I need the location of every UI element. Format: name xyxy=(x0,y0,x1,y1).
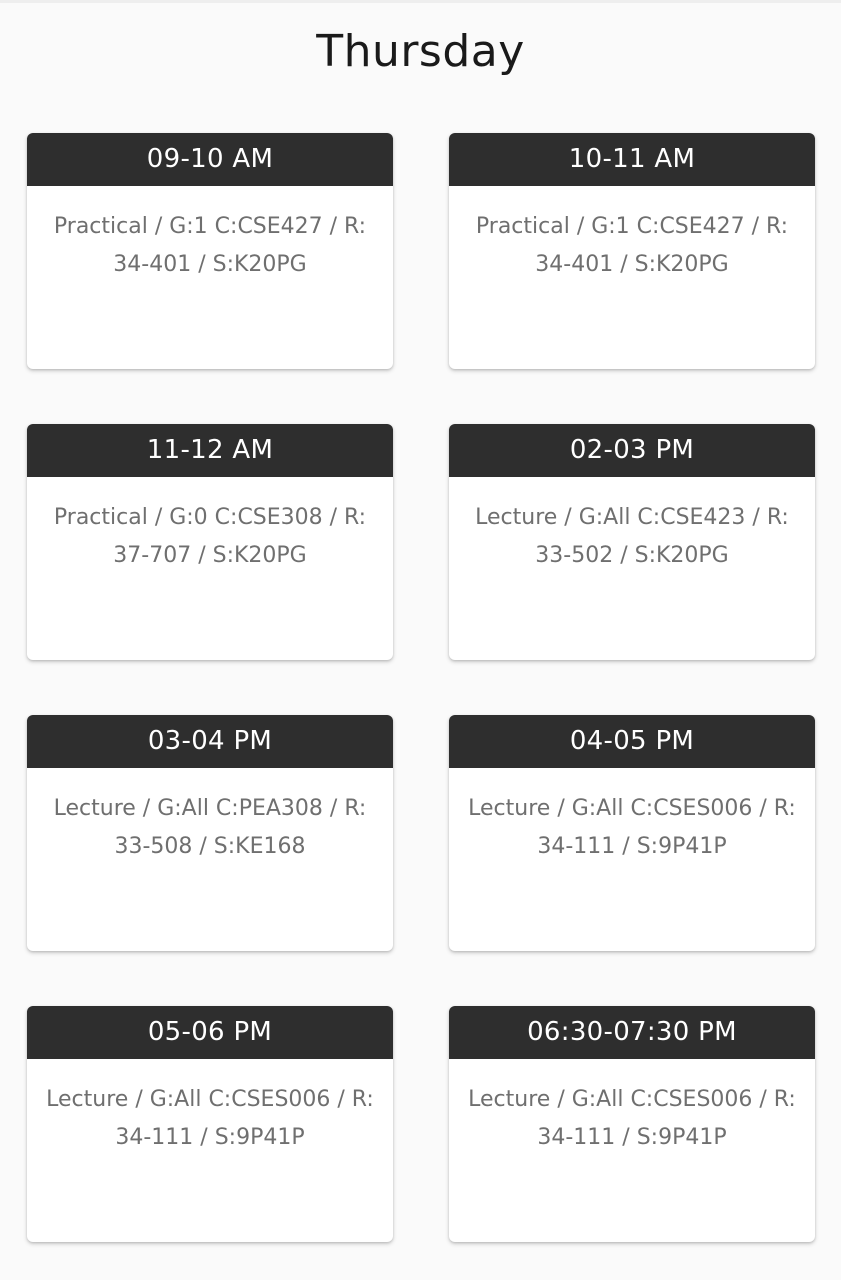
class-card[interactable]: 06:30-07:30 PM Lecture / G:All C:CSES006… xyxy=(449,1006,815,1242)
class-time: 02-03 PM xyxy=(449,424,815,477)
class-card[interactable]: 05-06 PM Lecture / G:All C:CSES006 / R: … xyxy=(27,1006,393,1242)
class-details: Lecture / G:All C:CSES006 / R: 34-111 / … xyxy=(46,1087,374,1150)
class-card[interactable]: 09-10 AM Practical / G:1 C:CSE427 / R: 3… xyxy=(27,133,393,369)
class-time: 04-05 PM xyxy=(449,715,815,768)
page-title: Thursday xyxy=(316,26,525,77)
class-card[interactable]: 02-03 PM Lecture / G:All C:CSE423 / R: 3… xyxy=(449,424,815,660)
class-card[interactable]: 11-12 AM Practical / G:0 C:CSE308 / R: 3… xyxy=(27,424,393,660)
class-card[interactable]: 03-04 PM Lecture / G:All C:PEA308 / R: 3… xyxy=(27,715,393,951)
class-details: Lecture / G:All C:CSES006 / R: 34-111 / … xyxy=(468,796,796,859)
class-details: Lecture / G:All C:CSES006 / R: 34-111 / … xyxy=(468,1087,796,1150)
class-time: 10-11 AM xyxy=(449,133,815,186)
class-details: Practical / G:1 C:CSE427 / R: 34-401 / S… xyxy=(53,214,367,277)
top-edge-divider xyxy=(0,0,841,3)
timetable-grid: 09-10 AM Practical / G:1 C:CSE427 / R: 3… xyxy=(27,133,815,1242)
class-time: 06:30-07:30 PM xyxy=(449,1006,815,1059)
class-details: Lecture / G:All C:CSE423 / R: 33-502 / S… xyxy=(475,505,789,568)
class-time: 03-04 PM xyxy=(27,715,393,768)
class-time: 05-06 PM xyxy=(27,1006,393,1059)
class-details: Practical / G:0 C:CSE308 / R: 37-707 / S… xyxy=(53,505,367,568)
class-card[interactable]: 10-11 AM Practical / G:1 C:CSE427 / R: 3… xyxy=(449,133,815,369)
class-time: 11-12 AM xyxy=(27,424,393,477)
class-card[interactable]: 04-05 PM Lecture / G:All C:CSES006 / R: … xyxy=(449,715,815,951)
class-details: Practical / G:1 C:CSE427 / R: 34-401 / S… xyxy=(475,214,789,277)
class-details: Lecture / G:All C:PEA308 / R: 33-508 / S… xyxy=(53,796,367,859)
class-time: 09-10 AM xyxy=(27,133,393,186)
